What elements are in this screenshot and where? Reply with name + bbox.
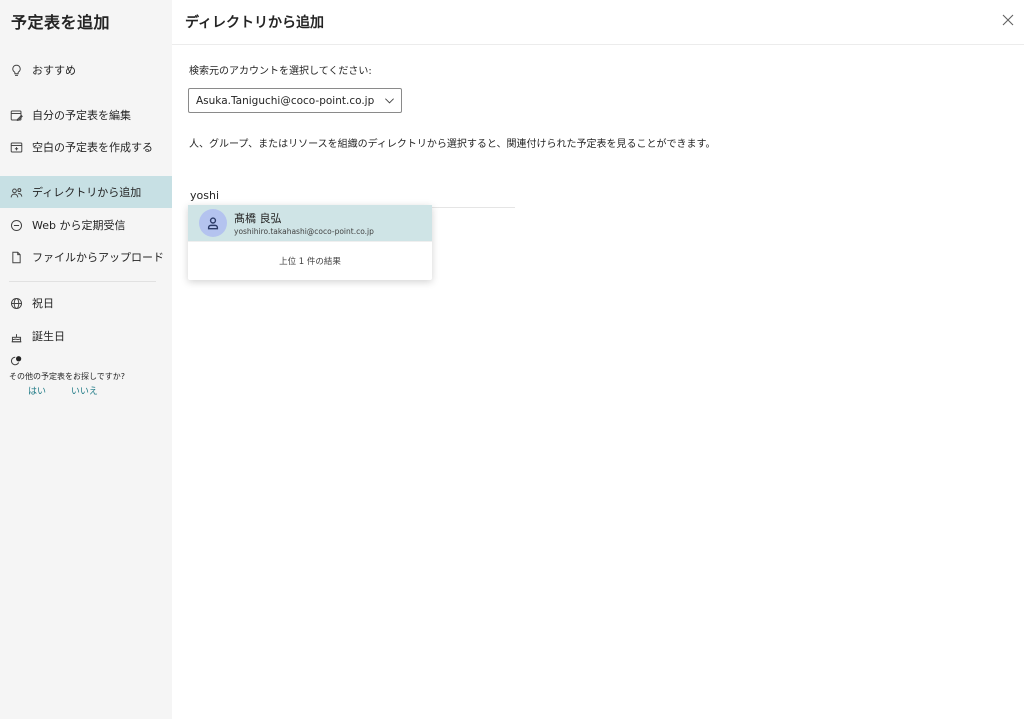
edit-calendar-icon [9,108,23,122]
search-results-dropdown: 髙橋 良弘 yoshihiro.takahashi@coco-point.co.… [188,205,432,280]
avatar [199,209,227,237]
nav-item-create-blank[interactable]: 空白の予定表を作成する [0,131,172,163]
sidebar-divider [9,281,156,282]
account-select[interactable]: Asuka.Taniguchi@coco-point.co.jp [188,88,402,113]
nav-item-edit-calendar[interactable]: 自分の予定表を編集 [0,99,172,131]
result-name: 髙橋 良弘 [234,212,282,225]
main-header: ディレクトリから追加 [172,0,1024,45]
nav-item-label: おすすめ [32,64,76,77]
nav-item-recommended[interactable]: おすすめ [0,54,172,86]
nav-item-holidays[interactable]: 祝日 [0,287,172,319]
document-icon [9,250,23,264]
main-panel: ディレクトリから追加 検索元のアカウントを選択してください: Asuka.Tan… [172,0,1024,719]
sidebar-title: 予定表を追加 [11,13,111,32]
add-calendar-icon [9,140,23,154]
nav-item-label: Web から定期受信 [32,219,126,232]
people-icon [9,185,23,199]
cake-icon [9,329,23,343]
nav-item-label: ディレクトリから追加 [32,186,142,199]
nav-item-upload-file[interactable]: ファイルからアップロード [0,241,172,273]
link-icon [9,218,23,232]
globe-icon [9,296,23,310]
nav-item-birthdays[interactable]: 誕生日 [0,320,172,352]
more-calendars-links: はい いいえ [28,384,120,397]
nav-item-label: 祝日 [32,297,54,310]
nav-item-label: 空白の予定表を作成する [32,141,153,154]
page-title: ディレクトリから追加 [185,15,325,31]
more-calendars-question: その他の予定表をお探しですか? [9,372,126,381]
yes-link[interactable]: はい [28,387,46,397]
nav-item-label: 誕生日 [32,330,65,343]
person-icon [207,217,219,230]
description-text: 人、グループ、またはリソースを組織のディレクトリから選択すると、関連付けられた予… [189,139,716,150]
calendar-search-icon [10,356,22,366]
account-select-value: Asuka.Taniguchi@coco-point.co.jp [196,94,375,107]
chevron-down-icon [385,98,394,104]
result-email: yoshihiro.takahashi@coco-point.co.jp [234,227,374,236]
search-result-item[interactable]: 髙橋 良弘 yoshihiro.takahashi@coco-point.co.… [188,205,432,241]
nav-item-label: ファイルからアップロード [32,251,164,264]
account-label: 検索元のアカウントを選択してください: [189,66,372,77]
sidebar: 予定表を追加 おすすめ 自分の予定表を編集 空白の予定表を作成する ディレクトリ… [0,0,172,719]
nav-item-directory[interactable]: ディレクトリから追加 [0,176,172,208]
lightbulb-icon [9,63,23,77]
nav-item-label: 自分の予定表を編集 [32,109,131,122]
close-icon[interactable] [1000,12,1016,28]
no-link[interactable]: いいえ [71,387,98,397]
nav-item-web-subscribe[interactable]: Web から定期受信 [0,209,172,241]
results-count: 上位 1 件の結果 [188,241,432,280]
